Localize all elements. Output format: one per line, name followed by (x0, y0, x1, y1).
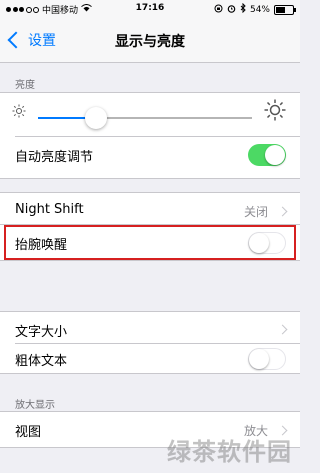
separator (15, 343, 300, 344)
bluetooth-icon (240, 2, 246, 16)
page-title: 显示与亮度 (115, 34, 185, 50)
brightness-header: 亮度 (15, 80, 35, 91)
navigation-bar: 设置 显示与亮度 (0, 18, 300, 63)
watermark: 绿茶软件园 (167, 438, 292, 466)
text-group: 文字大小 粗体文本 (0, 311, 300, 374)
chevron-right-icon (277, 324, 288, 335)
bold-text-toggle[interactable] (248, 348, 286, 370)
separator (15, 136, 300, 137)
alarm-icon (227, 4, 236, 16)
brightness-slider[interactable] (38, 107, 252, 129)
night-shift-value: 关闭 (243, 205, 268, 219)
battery-percent: 54% (249, 4, 270, 15)
brightness-slider-knob[interactable] (84, 107, 107, 129)
night-shift-label: Night Shift (15, 202, 84, 217)
rotation-lock-icon (214, 4, 223, 16)
chevron-right-icon (277, 206, 288, 217)
sun-small-icon (12, 103, 26, 122)
text-size-label[interactable]: 文字大小 (15, 321, 67, 340)
brightness-group: 自动亮度调节 (0, 92, 300, 179)
status-bar: 中国移动 17:16 54% (0, 0, 300, 18)
sun-large-icon (264, 99, 286, 125)
bold-text-label: 粗体文本 (15, 354, 68, 369)
view-label: 视图 (15, 425, 42, 440)
battery-icon (274, 4, 296, 15)
status-right: 54% (214, 2, 296, 16)
auto-brightness-toggle[interactable] (248, 144, 286, 166)
highlight-frame (4, 225, 296, 260)
zoom-header: 放大显示 (15, 400, 55, 411)
auto-brightness-label: 自动亮度调节 (15, 150, 94, 165)
